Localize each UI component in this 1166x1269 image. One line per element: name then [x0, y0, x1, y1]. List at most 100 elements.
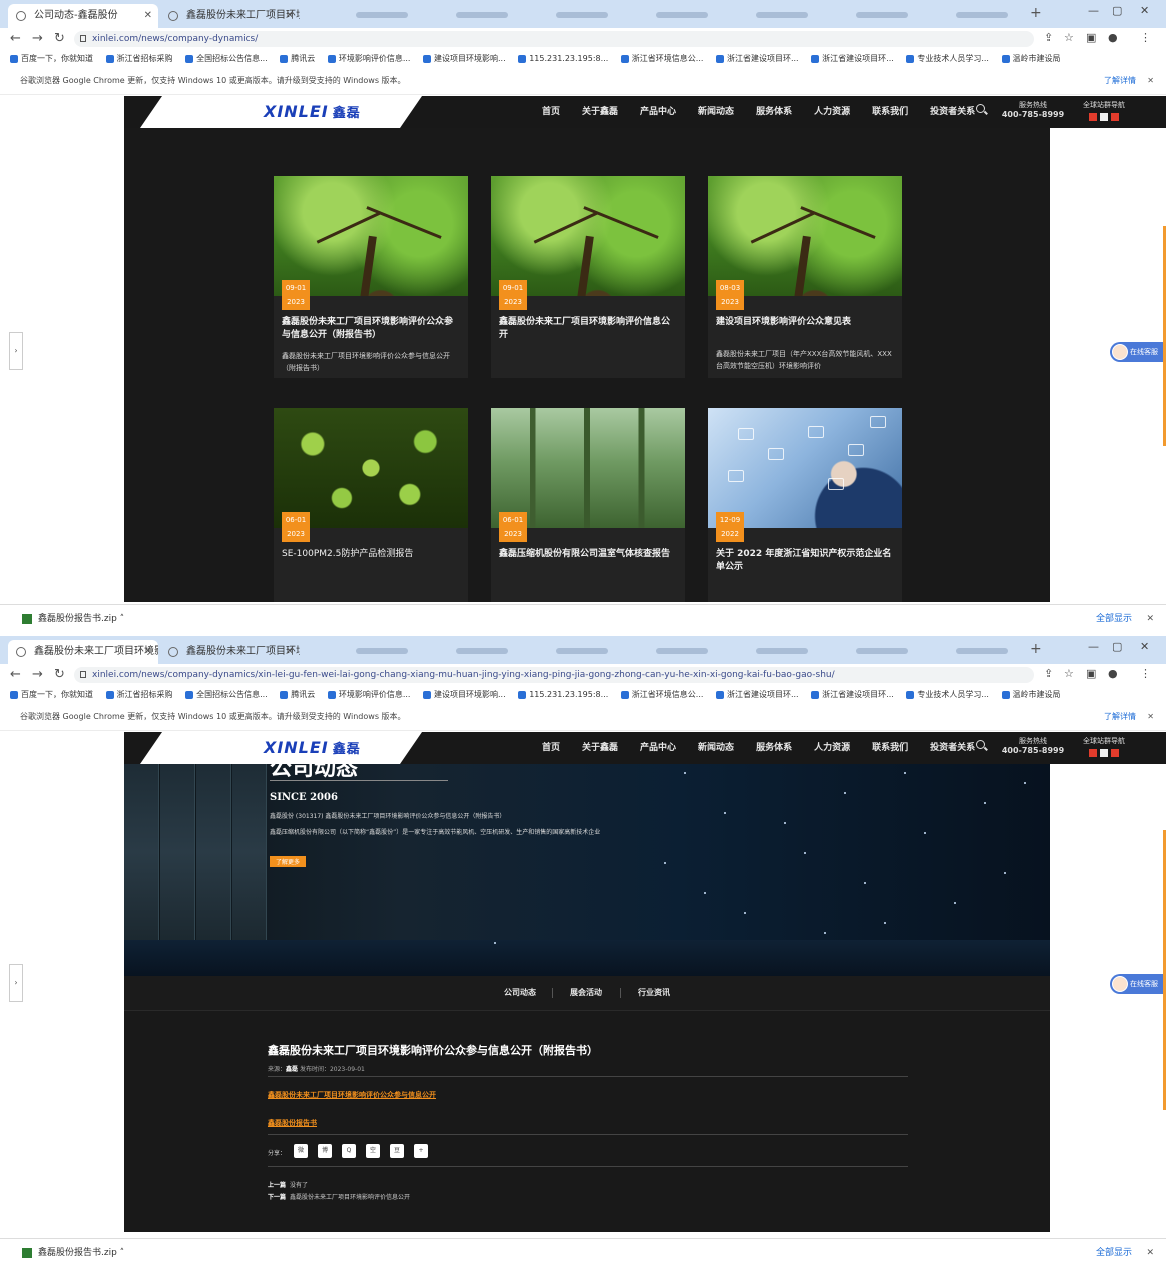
menu-item-about[interactable]: 关于鑫磊 — [582, 732, 618, 764]
menu-item-about[interactable]: 关于鑫磊 — [582, 96, 618, 128]
bookmark-item[interactable]: 建设项目环境影响... — [423, 50, 506, 68]
browser-tab[interactable] — [730, 4, 825, 28]
window-close-icon[interactable]: ✕ — [1140, 640, 1149, 653]
browser-tab[interactable] — [330, 640, 425, 664]
star-icon[interactable]: ☆ — [1064, 31, 1074, 44]
bookmark-item[interactable]: 浙江省招标采购 — [105, 50, 173, 68]
browser-tab[interactable] — [330, 4, 425, 28]
bookmark-item[interactable]: 浙江省环境信息公... — [620, 686, 703, 704]
extensions-icon[interactable]: ▣ — [1086, 31, 1096, 44]
bookmark-item[interactable]: 115.231.23.195:8... — [518, 50, 608, 68]
menu-item-hr[interactable]: 人力资源 — [814, 732, 850, 764]
profile-icon[interactable]: ● — [1108, 31, 1118, 44]
side-expand-tab[interactable]: › — [9, 964, 23, 1002]
menu-item-contact[interactable]: 联系我们 — [872, 96, 908, 128]
share-weibo-icon[interactable]: 博 — [318, 1144, 332, 1158]
menu-item-products[interactable]: 产品中心 — [640, 732, 676, 764]
bookmark-item[interactable]: 腾讯云 — [280, 686, 315, 704]
news-card[interactable]: 06-01 2023 鑫磊压缩机股份有限公司温室气体核查报告 — [491, 408, 685, 602]
back-icon[interactable]: ← — [10, 667, 21, 682]
browser-tab[interactable]: 鑫磊股份未来工厂项目环境影...✕ — [160, 4, 300, 28]
download-item[interactable]: 鑫磊股份报告书.zip ˄ — [22, 1239, 124, 1267]
browser-tab[interactable] — [830, 4, 925, 28]
menu-item-home[interactable]: 首页 — [542, 96, 560, 128]
close-icon[interactable]: ✕ — [1146, 605, 1154, 632]
browser-tab[interactable] — [430, 4, 525, 28]
close-icon[interactable]: ✕ — [1146, 1239, 1154, 1267]
back-icon[interactable]: ← — [10, 31, 21, 46]
bookmark-item[interactable]: 腾讯云 — [280, 50, 315, 68]
tab-exhibitions[interactable]: 展会活动 — [570, 976, 602, 1010]
menu-item-products[interactable]: 产品中心 — [640, 96, 676, 128]
download-item[interactable]: 鑫磊股份报告书.zip ˄ — [22, 605, 124, 632]
star-icon[interactable]: ☆ — [1064, 667, 1074, 680]
prev-article[interactable]: 上一篇 没有了 — [268, 1180, 308, 1189]
browser-tab[interactable] — [930, 4, 1025, 28]
attachment-link-2[interactable]: 鑫磊股份报告书 — [268, 1118, 317, 1128]
share-wechat-icon[interactable]: 微 — [294, 1144, 308, 1158]
share-page-icon[interactable]: ⇪ — [1044, 31, 1053, 44]
bookmark-item[interactable]: 浙江省招标采购 — [105, 686, 173, 704]
menu-item-news[interactable]: 新闻动态 — [698, 96, 734, 128]
profile-icon[interactable]: ● — [1108, 667, 1118, 680]
minimize-icon[interactable]: — — [1088, 640, 1099, 653]
bookmark-item[interactable]: 浙江省建设项目环... — [715, 686, 799, 704]
browser-tab[interactable] — [930, 640, 1025, 664]
bookmark-item[interactable]: 温岭市建设局 — [1001, 50, 1061, 68]
reload-icon[interactable]: ↻ — [54, 31, 65, 46]
news-card[interactable]: 09-01 2023 鑫磊股份未来工厂项目环境影响评价公众参与信息公开（附报告书）… — [274, 176, 468, 378]
bookmark-item[interactable]: 百度一下，你就知道 — [10, 50, 93, 68]
share-qq-icon[interactable]: Q — [342, 1144, 356, 1158]
bookmark-item[interactable]: 115.231.23.195:8... — [518, 686, 608, 704]
search-icon[interactable] — [976, 104, 985, 113]
share-more-icon[interactable]: + — [414, 1144, 428, 1158]
bookmark-item[interactable]: 浙江省建设项目环... — [811, 686, 894, 704]
browser-tab[interactable] — [530, 640, 625, 664]
menu-item-contact[interactable]: 联系我们 — [872, 732, 908, 764]
browser-tab[interactable] — [830, 640, 925, 664]
site-logo[interactable]: XINLEI 鑫磊 — [264, 102, 361, 121]
news-card[interactable]: 06-01 2023 SE-100PM2.5防护产品检测报告 — [274, 408, 468, 602]
bookmark-item[interactable]: 全国招标公告信息... — [185, 686, 268, 704]
bookmark-item[interactable]: 浙江省建设项目环... — [715, 50, 799, 68]
bookmark-item[interactable]: 百度一下，你就知道 — [10, 686, 93, 704]
share-douban-icon[interactable]: 豆 — [390, 1144, 404, 1158]
menu-item-service[interactable]: 服务体系 — [756, 96, 792, 128]
news-card[interactable]: 09-01 2023 鑫磊股份未来工厂项目环境影响评价信息公开 — [491, 176, 685, 378]
search-icon[interactable] — [976, 740, 985, 749]
bookmark-item[interactable]: 专业技术人员学习... — [906, 686, 989, 704]
attachment-link-1[interactable]: 鑫磊股份未来工厂项目环境影响评价公众参与信息公开 — [268, 1090, 436, 1100]
flag-icon[interactable] — [1100, 749, 1108, 757]
reload-icon[interactable]: ↻ — [54, 667, 65, 682]
browser-tab-active[interactable]: 公司动态-鑫磊股份 ✕ — [8, 4, 158, 28]
share-qzone-icon[interactable]: 空 — [366, 1144, 380, 1158]
browser-menu-icon[interactable]: ⋮ — [1140, 667, 1151, 680]
bookmark-item[interactable]: 温岭市建设局 — [1001, 686, 1061, 704]
site-logo[interactable]: XINLEI 鑫磊 — [264, 738, 361, 757]
close-icon[interactable]: ✕ — [144, 640, 152, 664]
close-icon[interactable]: ✕ — [1147, 704, 1154, 730]
news-card[interactable]: 12-09 2022 关于 2022 年度浙江省知识产权示范企业名单公示 — [708, 408, 902, 602]
bookmark-item[interactable]: 建设项目环境影响... — [423, 686, 506, 704]
share-page-icon[interactable]: ⇪ — [1044, 667, 1053, 680]
bookmark-item[interactable]: 环境影响评价信息... — [327, 686, 410, 704]
browser-tab-active[interactable]: 鑫磊股份未来工厂项目环境影...✕ — [8, 640, 158, 664]
menu-item-investor[interactable]: 投资者关系 — [930, 732, 975, 764]
bookmark-item[interactable]: 环境影响评价信息... — [327, 50, 410, 68]
flag-icon[interactable] — [1100, 113, 1108, 121]
side-expand-tab[interactable]: › — [9, 332, 23, 370]
flag-icon[interactable] — [1111, 749, 1119, 757]
url-input[interactable]: xinlei.com/news/company-dynamics/ — [74, 31, 1034, 47]
tab-industry-news[interactable]: 行业资讯 — [638, 976, 670, 1010]
minimize-icon[interactable]: — — [1088, 4, 1099, 17]
bookmark-item[interactable]: 浙江省环境信息公... — [620, 50, 703, 68]
browser-tab[interactable] — [730, 640, 825, 664]
browser-tab[interactable] — [630, 640, 725, 664]
menu-item-home[interactable]: 首页 — [542, 732, 560, 764]
news-card[interactable]: 08-03 2023 建设项目环境影响评价公众意见表 鑫磊股份未来工厂项目（年产X… — [708, 176, 902, 378]
flag-icon[interactable] — [1111, 113, 1119, 121]
browser-tab[interactable] — [630, 4, 725, 28]
extensions-icon[interactable]: ▣ — [1086, 667, 1096, 680]
online-chat-widget[interactable]: 在线客服 — [1110, 974, 1164, 994]
bookmark-item[interactable]: 专业技术人员学习... — [906, 50, 989, 68]
